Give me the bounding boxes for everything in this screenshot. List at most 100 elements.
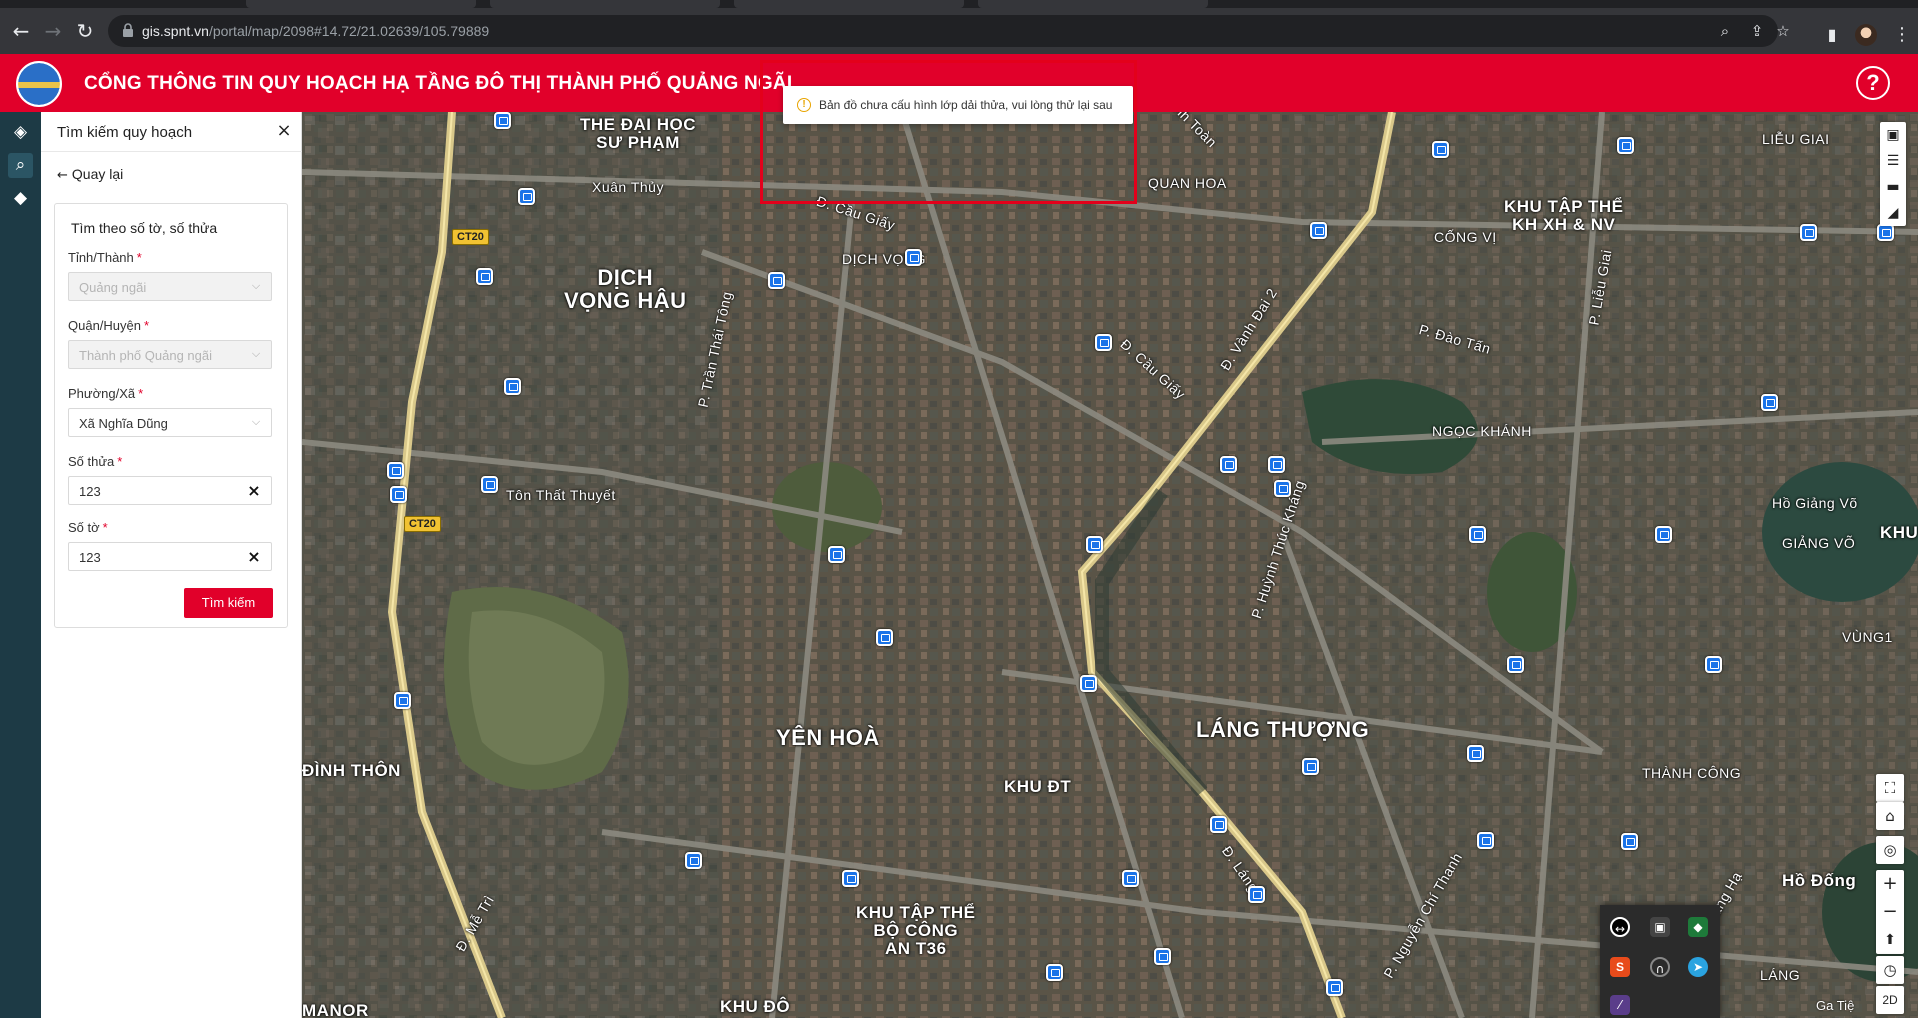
close-icon[interactable]: × xyxy=(274,121,294,141)
fullscreen-icon[interactable]: ⛶ xyxy=(1876,774,1904,802)
bus-stop-icon[interactable] xyxy=(1268,456,1285,473)
bus-stop-icon[interactable] xyxy=(1310,222,1327,239)
help-icon[interactable]: ? xyxy=(1856,66,1890,100)
bus-stop-icon[interactable] xyxy=(1432,141,1449,158)
bus-stop-icon[interactable] xyxy=(1220,456,1237,473)
search-button[interactable]: Tìm kiếm xyxy=(184,588,273,618)
bus-stop-icon[interactable] xyxy=(1326,979,1343,996)
shield-icon[interactable]: ◆ xyxy=(1688,917,1708,937)
s-app-icon[interactable]: S xyxy=(1610,957,1630,977)
bus-stop-icon[interactable] xyxy=(1705,656,1722,673)
view-mode-toggle[interactable]: 2D xyxy=(1876,986,1904,1014)
warning-icon: ! xyxy=(797,98,811,112)
bus-stop-icon[interactable] xyxy=(1080,675,1097,692)
bus-stop-icon[interactable] xyxy=(1621,833,1638,850)
map-label: KHU xyxy=(1880,523,1918,542)
bus-stop-icon[interactable] xyxy=(494,112,511,129)
clear-icon[interactable]: × xyxy=(245,482,263,500)
profile-avatar[interactable] xyxy=(1855,24,1877,46)
bus-stop-icon[interactable] xyxy=(685,852,702,869)
chevron-down-icon: ⌵ xyxy=(251,279,261,292)
teamviewer-icon[interactable]: ↔ xyxy=(1610,917,1630,937)
bus-stop-icon[interactable] xyxy=(1761,394,1778,411)
basemap-icon[interactable]: ▣ xyxy=(1880,122,1906,148)
bus-stop-icon[interactable] xyxy=(1469,526,1486,543)
feather-icon[interactable]: ⁄ xyxy=(1610,995,1630,1015)
browser-tab[interactable] xyxy=(490,0,720,8)
reload-icon[interactable]: ↻ xyxy=(74,20,96,42)
history-clock-icon[interactable]: ◷ xyxy=(1876,956,1904,984)
city-logo xyxy=(16,61,62,107)
parcel-number-input[interactable]: 123 × xyxy=(68,476,272,505)
home-icon[interactable]: ⌂ xyxy=(1876,802,1904,830)
bus-stop-icon[interactable] xyxy=(1477,832,1494,849)
sheet-number-input[interactable]: 123 × xyxy=(68,542,272,571)
menu-kebab-icon[interactable]: ⋮ xyxy=(1892,24,1912,46)
compass-icon[interactable]: ⬆ xyxy=(1876,926,1904,954)
bus-stop-icon[interactable] xyxy=(876,629,893,646)
map-label: THE ĐẠI HỌC SƯ PHẠM xyxy=(580,115,696,152)
bus-stop-icon[interactable] xyxy=(481,476,498,493)
ward-select[interactable]: Xã Nghĩa Dũng ⌵ xyxy=(68,408,272,437)
measure-area-icon[interactable]: ◢ xyxy=(1880,200,1906,226)
tool-rail: ◈ ⌕ ◆ xyxy=(0,112,41,1018)
bus-stop-icon[interactable] xyxy=(518,188,535,205)
bus-stop-icon[interactable] xyxy=(905,249,922,266)
bus-stop-icon[interactable] xyxy=(768,272,785,289)
telegram-icon[interactable]: ➤ xyxy=(1688,957,1708,977)
legend-list-icon[interactable]: ☰ xyxy=(1880,148,1906,174)
layers-icon[interactable]: ◈ xyxy=(8,120,33,145)
bus-stop-icon[interactable] xyxy=(1800,224,1817,241)
bus-stop-icon[interactable] xyxy=(842,870,859,887)
bus-stop-icon[interactable] xyxy=(1046,964,1063,981)
map-label: KHU TẬP THỂ BỘ CÔNG AN T36 xyxy=(856,903,976,958)
search-icon[interactable]: ⌕ xyxy=(8,153,33,178)
bus-stop-icon[interactable] xyxy=(1248,886,1265,903)
headset-icon[interactable]: ∩ xyxy=(1650,957,1670,977)
district-select: Thành phố Quảng ngãi ⌵ xyxy=(68,340,272,369)
back-arrow-icon[interactable]: ← xyxy=(10,20,32,42)
forward-arrow-icon[interactable]: → xyxy=(42,20,64,42)
browser-tab[interactable] xyxy=(734,0,964,8)
share-icon[interactable]: ⇪ xyxy=(1748,22,1766,40)
side-panel-icon[interactable]: ▮ xyxy=(1822,25,1842,45)
zoom-icon[interactable]: ⌕ xyxy=(1716,22,1734,40)
bus-stop-icon[interactable] xyxy=(1507,656,1524,673)
form-title: Tìm theo số tờ, số thửa xyxy=(71,220,218,236)
bus-stop-icon[interactable] xyxy=(1302,758,1319,775)
bus-stop-icon[interactable] xyxy=(1274,480,1291,497)
bus-stop-icon[interactable] xyxy=(828,546,845,563)
bus-stop-icon[interactable] xyxy=(1122,870,1139,887)
browser-tabstrip xyxy=(0,0,1918,8)
bus-stop-icon[interactable] xyxy=(1086,536,1103,553)
bus-stop-icon[interactable] xyxy=(1210,816,1227,833)
bus-stop-icon[interactable] xyxy=(1617,137,1634,154)
back-link[interactable]: ← Quay lại xyxy=(57,166,123,183)
address-bar[interactable]: gis.spnt.vn/portal/map/2098#14.72/21.026… xyxy=(108,15,1790,47)
zoom-out-icon[interactable]: − xyxy=(1876,898,1904,926)
bus-stop-icon[interactable] xyxy=(394,692,411,709)
map-label: KHU ĐT xyxy=(1004,777,1072,796)
bookmark-star-icon[interactable]: ☆ xyxy=(1774,22,1792,40)
clear-icon[interactable]: × xyxy=(245,548,263,566)
bus-stop-icon[interactable] xyxy=(390,486,407,503)
locate-icon[interactable]: ◎ xyxy=(1876,836,1904,864)
sheet-label: Số tờ * xyxy=(68,520,108,535)
bus-stop-icon[interactable] xyxy=(476,268,493,285)
browser-tab[interactable] xyxy=(246,0,476,8)
zoom-in-icon[interactable]: + xyxy=(1876,870,1904,898)
bus-stop-icon[interactable] xyxy=(1095,334,1112,351)
bus-stop-icon[interactable] xyxy=(1655,526,1672,543)
bus-stop-icon[interactable] xyxy=(504,378,521,395)
bus-stop-icon[interactable] xyxy=(1154,948,1171,965)
bus-stop-icon[interactable] xyxy=(387,462,404,479)
parcel-search-form: Tìm theo số tờ, số thửa Tỉnh/Thành * Quản… xyxy=(54,203,288,628)
directions-icon[interactable]: ◆ xyxy=(8,186,33,211)
browser-tab[interactable] xyxy=(978,0,1208,8)
panel-header: Tìm kiếm quy hoạch × xyxy=(41,112,302,152)
screen-capture-icon[interactable]: ▣ xyxy=(1650,917,1670,937)
bus-stop-icon[interactable] xyxy=(1877,224,1894,241)
ruler-icon[interactable]: ▬ xyxy=(1880,174,1906,200)
map-canvas[interactable]: THE ĐẠI HỌC SƯ PHẠM Xuân Thủy QUAN HOA an… xyxy=(302,112,1918,1018)
bus-stop-icon[interactable] xyxy=(1467,745,1484,762)
